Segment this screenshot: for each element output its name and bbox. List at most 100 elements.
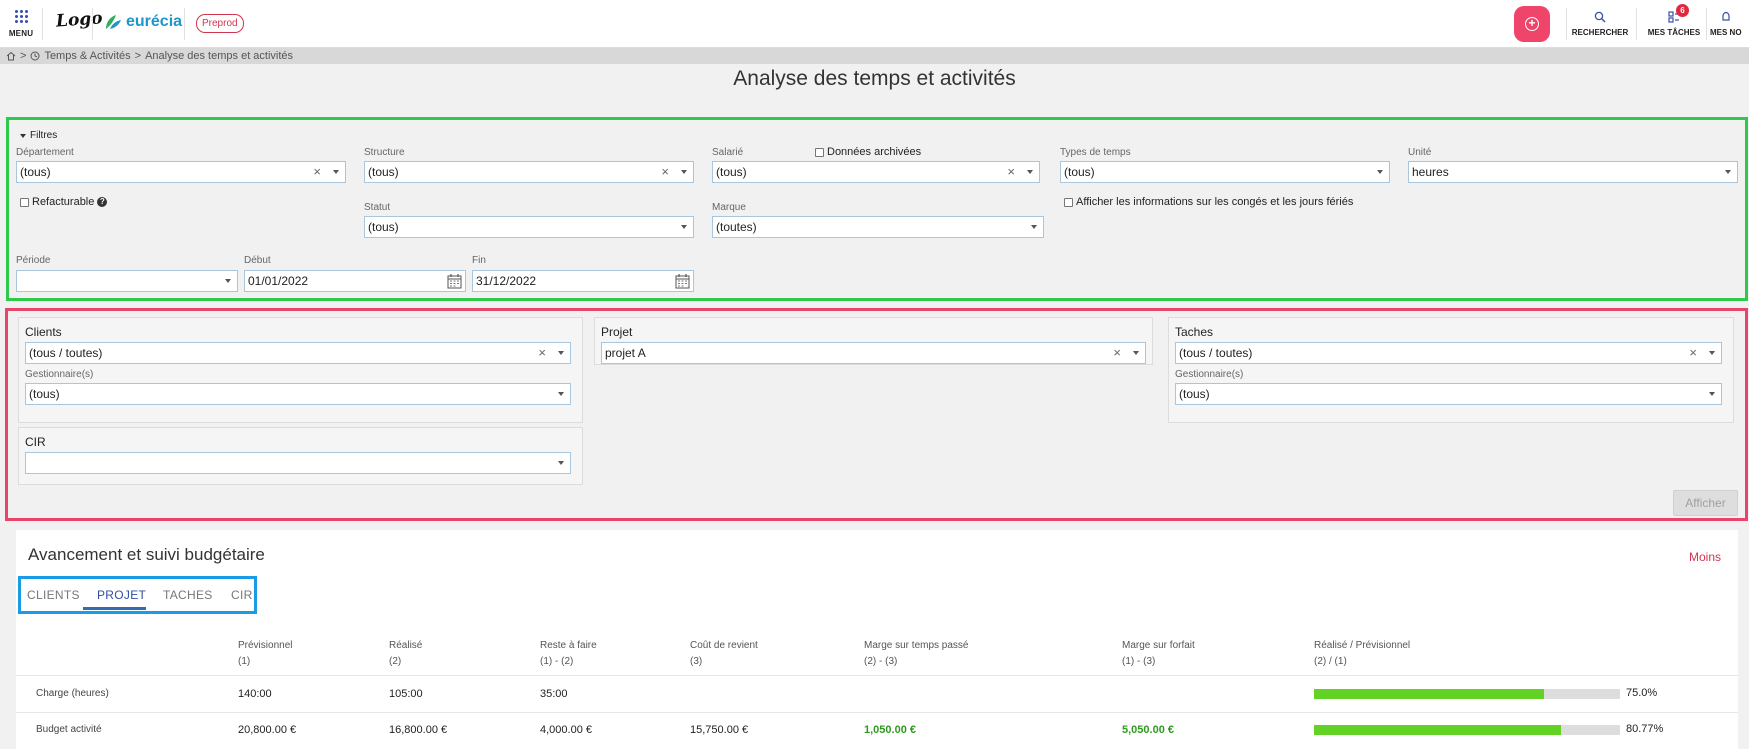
- previsionnel-cell: 140:00: [238, 688, 272, 700]
- less-link[interactable]: Moins: [1689, 550, 1721, 564]
- tasks-value: (tous / toutes): [1179, 346, 1253, 360]
- checkbox-box[interactable]: [20, 197, 29, 207]
- time-types-value: (tous): [1064, 165, 1095, 179]
- eurecia-logo[interactable]: eurécia: [104, 13, 182, 31]
- header-marge-forfait: Marge sur forfait (1) - (3): [1122, 640, 1195, 667]
- clear-icon[interactable]: ×: [1007, 162, 1015, 182]
- my-tasks-button[interactable]: 6 MES TÂCHES: [1644, 0, 1704, 48]
- clear-icon[interactable]: ×: [538, 343, 546, 363]
- menu-button[interactable]: MENU: [0, 0, 42, 48]
- period-select[interactable]: [16, 270, 238, 292]
- refacturable-checkbox[interactable]: Refacturable ?: [20, 196, 108, 208]
- search-button[interactable]: RECHERCHER: [1572, 0, 1628, 48]
- tasks-select[interactable]: (tous / toutes) ×: [1175, 342, 1722, 364]
- filters-toggle-label: Filtres: [30, 130, 58, 141]
- tab-taches[interactable]: TACHES: [163, 588, 213, 602]
- clients-select[interactable]: (tous / toutes) ×: [25, 342, 571, 364]
- chevron-down-icon: [681, 170, 687, 174]
- clear-icon[interactable]: ×: [1689, 343, 1697, 363]
- end-date-input[interactable]: 31/12/2022: [472, 270, 694, 292]
- bell-icon: [1722, 11, 1730, 21]
- filters-panel: Filtres Département (tous) × Structure (…: [6, 117, 1748, 301]
- structure-select[interactable]: (tous) ×: [364, 161, 694, 183]
- project-value: projet A: [605, 346, 646, 360]
- tasks-managers-select[interactable]: (tous): [1175, 383, 1722, 405]
- start-date-value: 01/01/2022: [248, 274, 309, 288]
- tasks-count-badge: 6: [1676, 4, 1689, 17]
- caret-down-icon: [20, 133, 26, 138]
- afficher-button[interactable]: Afficher: [1673, 490, 1738, 516]
- start-date-label: Début: [244, 255, 271, 266]
- progress-percent: 80.77%: [1626, 723, 1664, 735]
- time-types-select[interactable]: (tous): [1060, 161, 1390, 183]
- help-icon[interactable]: ?: [97, 197, 108, 207]
- structure-value: (tous): [368, 165, 399, 179]
- cir-select[interactable]: [25, 452, 571, 474]
- project-selection-panel: Clients (tous / toutes) × Gestionnaire(s…: [5, 308, 1748, 521]
- menu-label: MENU: [8, 29, 34, 38]
- tasks-managers-label: Gestionnaire(s): [1175, 369, 1244, 380]
- realise-cell: 16,800.00 €: [389, 724, 448, 736]
- clear-icon[interactable]: ×: [313, 162, 321, 182]
- chevron-down-icon: [1725, 170, 1731, 174]
- budget-title: Avancement et suivi budgétaire: [28, 545, 265, 564]
- notifications-label: MES NO: [1710, 28, 1742, 37]
- start-date-input[interactable]: 01/01/2022: [244, 270, 466, 292]
- end-date-label: Fin: [472, 255, 486, 266]
- progress-bar-fill: [1314, 725, 1562, 735]
- cir-panel: CIR: [18, 427, 583, 485]
- project-title: Projet: [601, 325, 633, 339]
- marque-select[interactable]: (toutes): [712, 216, 1044, 238]
- unit-select[interactable]: heures: [1408, 161, 1738, 183]
- statut-value: (tous): [368, 220, 399, 234]
- reste-cell: 4,000.00 €: [540, 724, 592, 736]
- clients-value: (tous / toutes): [29, 346, 103, 360]
- checkbox-box[interactable]: [815, 147, 824, 157]
- reste-cell: 35:00: [540, 688, 568, 700]
- brand-name: eurécia: [126, 13, 183, 30]
- tasks-title: Taches: [1175, 325, 1214, 339]
- search-icon: [1594, 11, 1606, 23]
- departement-select[interactable]: (tous) ×: [16, 161, 346, 183]
- holidays-info-checkbox[interactable]: Afficher les informations sur les congés…: [1064, 196, 1353, 208]
- calendar-icon[interactable]: [675, 273, 690, 289]
- row-divider: [16, 712, 1738, 713]
- my-tasks-label: MES TÂCHES: [1647, 28, 1701, 37]
- breadcrumb-item[interactable]: Temps & Activités: [44, 49, 130, 64]
- divider: [42, 8, 43, 40]
- clients-title: Clients: [25, 325, 62, 339]
- salarie-select[interactable]: (tous) ×: [712, 161, 1040, 183]
- project-select[interactable]: projet A ×: [601, 342, 1146, 364]
- filters-toggle[interactable]: Filtres: [20, 130, 57, 141]
- chevron-down-icon: [333, 170, 339, 174]
- divider: [92, 8, 93, 40]
- tab-projet[interactable]: PROJET: [97, 588, 146, 602]
- chevron-down-icon: [1027, 170, 1033, 174]
- home-icon[interactable]: [6, 51, 16, 61]
- notifications-button[interactable]: MES NO: [1708, 0, 1749, 48]
- row-label: Budget activité: [36, 724, 102, 735]
- breadcrumb-separator: >: [20, 49, 27, 62]
- chevron-down-icon: [681, 225, 687, 229]
- clear-icon[interactable]: ×: [1113, 343, 1121, 363]
- departement-label: Département: [16, 147, 74, 158]
- checkbox-box[interactable]: [1064, 197, 1073, 207]
- calendar-icon[interactable]: [447, 273, 462, 289]
- company-logo[interactable]: Logo: [55, 8, 103, 31]
- realise-cell: 105:00: [389, 688, 423, 700]
- clients-managers-select[interactable]: (tous): [25, 383, 571, 405]
- archived-data-checkbox[interactable]: Données archivées: [815, 146, 921, 158]
- quick-add-button[interactable]: +: [1514, 6, 1550, 42]
- divider: [1636, 8, 1637, 40]
- structure-label: Structure: [364, 147, 405, 158]
- tab-clients[interactable]: CLIENTS: [27, 588, 80, 602]
- refacturable-label: Refacturable: [32, 196, 95, 208]
- tab-cir[interactable]: CIR: [231, 588, 253, 602]
- statut-select[interactable]: (tous): [364, 216, 694, 238]
- clear-icon[interactable]: ×: [661, 162, 669, 182]
- progress-bar: [1314, 689, 1620, 699]
- breadcrumb-separator: >: [134, 49, 142, 62]
- breadcrumb-item: Analyse des temps et activités: [145, 49, 294, 62]
- chevron-down-icon: [1709, 392, 1715, 396]
- header-realise: Réalisé (2): [389, 640, 423, 667]
